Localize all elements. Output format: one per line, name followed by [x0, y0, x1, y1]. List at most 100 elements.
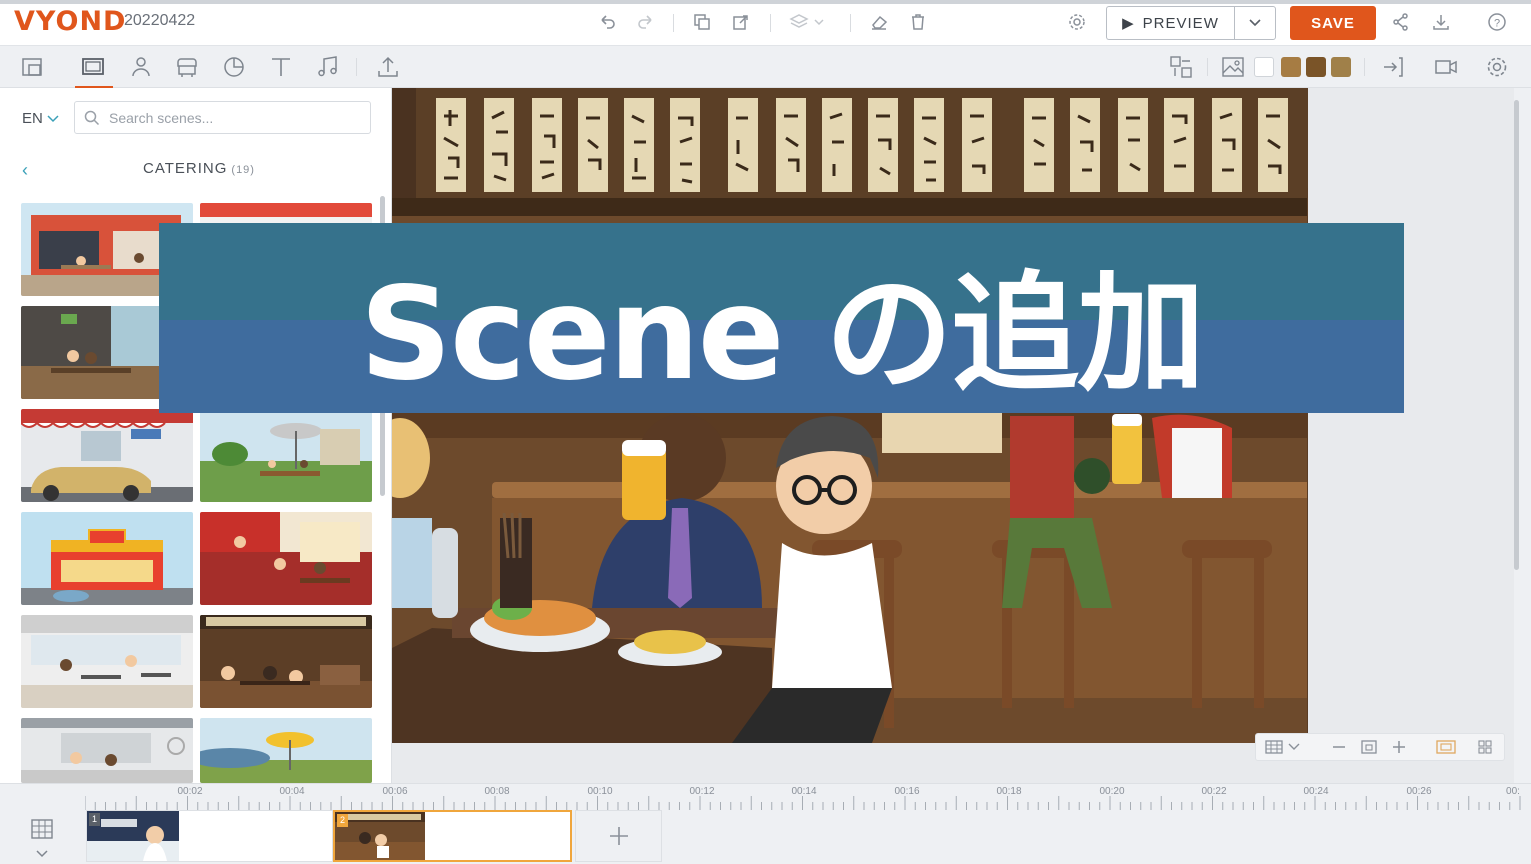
scene-clip-thumbnail	[87, 811, 179, 861]
scene-library-panel: EN ‹ CATERING(19)	[0, 88, 392, 783]
help-icon[interactable]: ?	[1487, 12, 1509, 34]
fit-screen-icon[interactable]	[1360, 739, 1378, 755]
scene-thumbnail[interactable]	[200, 718, 372, 783]
banner-title: Scene の追加	[359, 259, 1205, 409]
toolbar-divider	[770, 14, 771, 32]
tick-label: 00:04	[279, 786, 305, 797]
zoom-in-icon[interactable]	[1391, 739, 1407, 755]
paste-icon[interactable]	[731, 12, 753, 34]
chevron-down-icon[interactable]	[36, 850, 48, 858]
scene-thumbnail[interactable]	[200, 512, 372, 605]
tick-label: 00:18	[996, 786, 1022, 797]
color-swatch-ochre[interactable]	[1331, 57, 1351, 77]
copy-icon[interactable]	[692, 12, 714, 34]
category-name: CATERING	[143, 160, 228, 177]
chevron-down-icon	[1249, 19, 1261, 27]
timeline-ruler[interactable]: 00:02 00:04 00:06 00:08 00:10 00:12 00:1…	[85, 784, 1525, 810]
toolbar-divider	[673, 14, 674, 32]
scene-canvas[interactable]	[392, 88, 1514, 783]
delete-icon[interactable]	[908, 12, 930, 34]
tick-label: 00:06	[382, 786, 408, 797]
upload-icon[interactable]	[375, 54, 401, 80]
timeline-scene-clip-selected[interactable]: 2	[333, 810, 572, 862]
settings-icon[interactable]	[1067, 12, 1089, 34]
preview-button[interactable]: ▶ PREVIEW	[1106, 6, 1234, 40]
search-box	[74, 101, 371, 134]
language-select[interactable]: EN	[22, 110, 59, 127]
undo-icon[interactable]	[597, 12, 619, 34]
scene-library-icon[interactable]	[20, 54, 46, 80]
preview-label: PREVIEW	[1142, 14, 1219, 32]
zoom-out-icon[interactable]	[1331, 739, 1347, 755]
download-icon[interactable]	[1431, 12, 1453, 34]
top-bar: VYOND 20220422 ▶ PREVIEW SAVE ?	[0, 0, 1531, 46]
background-image-icon[interactable]	[1220, 54, 1246, 80]
tick-label: 00:	[1506, 786, 1520, 797]
scene-thumbnail[interactable]	[200, 409, 372, 502]
language-label: EN	[22, 110, 43, 127]
izakaya-scene-illustration[interactable]	[392, 88, 1308, 743]
add-scene-button[interactable]	[575, 810, 662, 862]
color-swatch-tan[interactable]	[1281, 57, 1301, 77]
chevron-down-icon	[47, 114, 59, 122]
tick-label: 00:02	[177, 786, 203, 797]
eraser-icon[interactable]	[869, 12, 891, 34]
tick-label: 00:08	[484, 786, 510, 797]
layers-icon[interactable]	[789, 12, 824, 34]
canvas-scrollbar[interactable]	[1514, 100, 1519, 570]
character-icon[interactable]	[128, 54, 154, 80]
asset-toolbar	[0, 46, 1531, 88]
toolbar-divider	[1207, 58, 1208, 76]
scene-thumbnail[interactable]	[21, 512, 193, 605]
layout-icon[interactable]	[1168, 54, 1194, 80]
toolbar-divider	[850, 14, 851, 32]
preview-options-button[interactable]	[1234, 6, 1276, 40]
back-chevron-icon[interactable]: ‹	[22, 160, 28, 181]
scene-thumbnail[interactable]	[21, 615, 193, 708]
play-icon: ▶	[1122, 15, 1135, 32]
prop-icon[interactable]	[174, 54, 200, 80]
plus-icon	[609, 827, 628, 845]
redo-icon[interactable]	[636, 12, 658, 34]
tick-label: 00:10	[587, 786, 613, 797]
search-icon	[84, 110, 100, 126]
color-swatch-white[interactable]	[1254, 57, 1274, 77]
timeline-grid-icon[interactable]	[30, 818, 54, 844]
chart-icon[interactable]	[221, 54, 247, 80]
canvas-settings-icon[interactable]	[1484, 54, 1510, 80]
grid-toggle-icon[interactable]	[1265, 739, 1305, 755]
toolbar-divider	[1364, 58, 1365, 76]
timeline-scene-clip[interactable]: 1	[86, 810, 333, 862]
safe-area-icon[interactable]	[1435, 739, 1457, 755]
search-input[interactable]	[109, 108, 359, 128]
scene-number: 1	[89, 813, 100, 826]
scene-thumbnail[interactable]	[21, 409, 193, 502]
zoom-controls	[1255, 733, 1505, 761]
scene-clip-thumbnail	[335, 812, 425, 860]
category-title: CATERING (19)	[143, 160, 255, 177]
share-icon[interactable]	[1391, 12, 1413, 34]
color-swatch-brown[interactable]	[1306, 57, 1326, 77]
timeline: 00:02 00:04 00:06 00:08 00:10 00:12 00:1…	[0, 783, 1531, 864]
audio-icon[interactable]	[315, 54, 341, 80]
tick-label: 00:26	[1406, 786, 1432, 797]
svg-text:?: ?	[1494, 18, 1500, 30]
tick-label: 00:14	[791, 786, 817, 797]
scene-thumbnail[interactable]	[21, 718, 193, 783]
tick-label: 00:22	[1201, 786, 1227, 797]
scene-thumbnail[interactable]	[200, 615, 372, 708]
scene-number: 2	[337, 814, 348, 827]
exit-icon[interactable]	[1380, 54, 1406, 80]
category-count: (19)	[231, 164, 255, 176]
project-title[interactable]: 20220422	[124, 12, 195, 30]
text-icon[interactable]	[268, 54, 294, 80]
camera-icon[interactable]	[1433, 54, 1459, 80]
title-banner: Scene の追加	[159, 223, 1404, 413]
save-button[interactable]: SAVE	[1290, 6, 1376, 40]
vyond-logo[interactable]: VYOND	[14, 6, 126, 37]
tick-label: 00:24	[1303, 786, 1329, 797]
grid-view-icon[interactable]	[1477, 739, 1493, 755]
scene-icon[interactable]	[80, 54, 106, 80]
tick-label: 00:20	[1099, 786, 1125, 797]
tick-label: 00:12	[689, 786, 715, 797]
